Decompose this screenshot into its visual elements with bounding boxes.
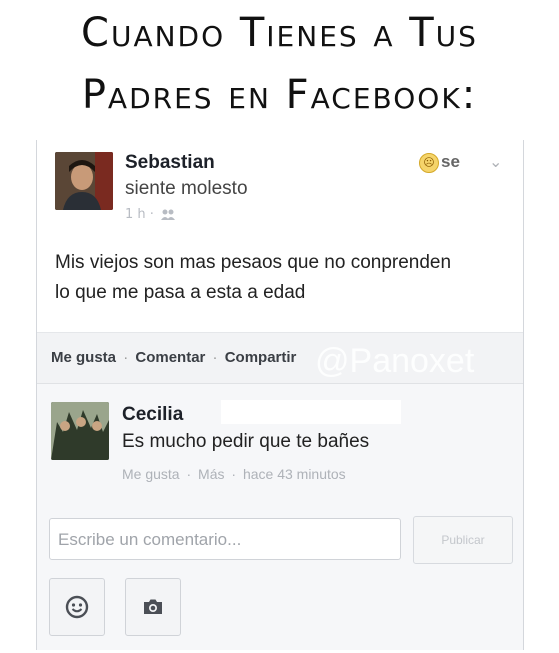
comment-more-link[interactable]: Más bbox=[198, 466, 224, 482]
separator: · bbox=[123, 349, 129, 366]
share-button[interactable]: Compartir bbox=[225, 349, 297, 366]
like-button[interactable]: Me gusta bbox=[51, 349, 116, 366]
post-timestamp[interactable]: 1 h · bbox=[125, 207, 154, 222]
comment-button[interactable]: Comentar bbox=[135, 349, 205, 366]
watermark: @Panoxet bbox=[315, 342, 475, 380]
friends-icon bbox=[161, 209, 176, 220]
separator: · bbox=[212, 349, 218, 366]
meme-caption-line2: Padres en Facebook: bbox=[81, 72, 478, 118]
comment-composer: Escribe un comentario... Publicar bbox=[37, 512, 523, 650]
publish-button[interactable]: Publicar bbox=[413, 516, 513, 564]
post-feeling: siente molesto bbox=[125, 178, 248, 199]
camera-icon bbox=[144, 599, 162, 614]
redacted-surname bbox=[221, 400, 401, 424]
chevron-down-icon[interactable]: ⌄ bbox=[489, 152, 502, 171]
comment-meta: Me gusta · Más · hace 43 minutos bbox=[122, 466, 346, 482]
meme-caption: Cuando Tienes a Tus Padres en Facebook: bbox=[0, 0, 559, 140]
separator: · bbox=[231, 466, 237, 482]
post-body-line2: lo que me pasa a esta a edad bbox=[55, 282, 306, 303]
commenter-avatar[interactable] bbox=[51, 402, 109, 460]
comment-timestamp[interactable]: hace 43 minutos bbox=[243, 466, 346, 482]
author-avatar[interactable] bbox=[55, 152, 113, 210]
camera-button[interactable] bbox=[125, 578, 181, 636]
comment-input[interactable]: Escribe un comentario... bbox=[49, 518, 401, 560]
comment-text: Es mucho pedir que te bañes bbox=[122, 431, 370, 452]
post-actions: Me gusta · Comentar · Compartir bbox=[51, 349, 296, 366]
meme-caption-line1: Cuando Tienes a Tus bbox=[81, 10, 478, 56]
post-body: Mis viejos son mas pesaos que no conpren… bbox=[55, 248, 510, 308]
commenter-name[interactable]: Cecilia bbox=[122, 404, 183, 426]
post-body-line1: Mis viejos son mas pesaos que no conpren… bbox=[55, 252, 452, 273]
separator: · bbox=[186, 466, 192, 482]
post-author-name[interactable]: Sebastian bbox=[125, 152, 215, 174]
emoji-button[interactable] bbox=[49, 578, 105, 636]
comment-item: Cecilia Es mucho pedir que te bañes Me g… bbox=[37, 384, 523, 512]
facebook-post-card: Sebastian siente molesto 1 h · ☹ se ⌄ Mi… bbox=[36, 140, 524, 650]
comment-like-link[interactable]: Me gusta bbox=[122, 466, 180, 482]
smiley-icon bbox=[65, 595, 89, 619]
angry-face-icon: ☹ bbox=[419, 153, 439, 173]
feeling-tag: se bbox=[441, 152, 460, 171]
post-meta: 1 h · bbox=[125, 207, 176, 222]
